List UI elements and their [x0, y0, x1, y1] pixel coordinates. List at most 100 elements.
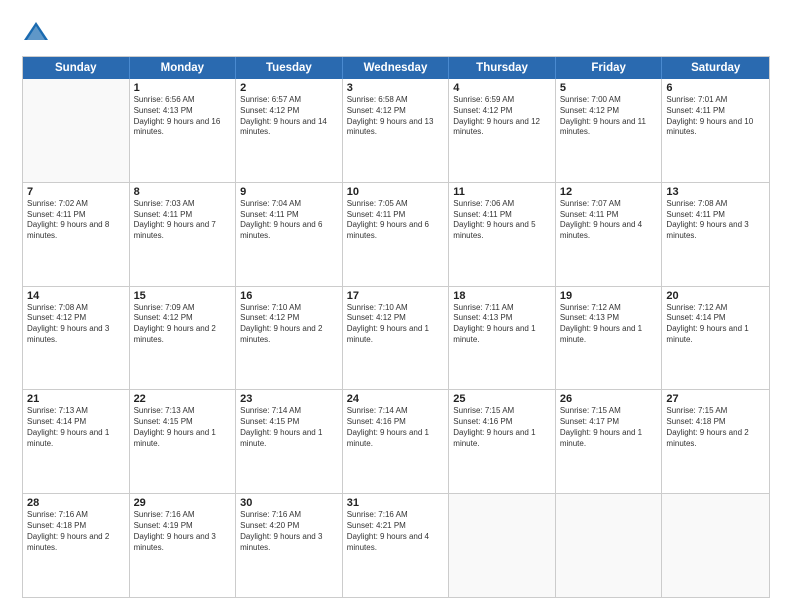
- day-number: 18: [453, 290, 551, 302]
- calendar-header: SundayMondayTuesdayWednesdayThursdayFrid…: [23, 57, 769, 79]
- calendar-row-4: 28Sunrise: 7:16 AMSunset: 4:18 PMDayligh…: [23, 493, 769, 597]
- cell-info: Sunrise: 7:10 AMSunset: 4:12 PMDaylight:…: [347, 303, 445, 346]
- cal-cell-1-5: 12Sunrise: 7:07 AMSunset: 4:11 PMDayligh…: [556, 183, 663, 286]
- logo: [22, 18, 54, 46]
- calendar-row-1: 7Sunrise: 7:02 AMSunset: 4:11 PMDaylight…: [23, 182, 769, 286]
- cal-cell-1-1: 8Sunrise: 7:03 AMSunset: 4:11 PMDaylight…: [130, 183, 237, 286]
- cal-cell-4-1: 29Sunrise: 7:16 AMSunset: 4:19 PMDayligh…: [130, 494, 237, 597]
- cal-cell-0-1: 1Sunrise: 6:56 AMSunset: 4:13 PMDaylight…: [130, 79, 237, 182]
- cell-info: Sunrise: 7:16 AMSunset: 4:19 PMDaylight:…: [134, 510, 232, 553]
- day-number: 1: [134, 82, 232, 94]
- day-number: 4: [453, 82, 551, 94]
- weekday-header-friday: Friday: [556, 57, 663, 79]
- cal-cell-3-3: 24Sunrise: 7:14 AMSunset: 4:16 PMDayligh…: [343, 390, 450, 493]
- cell-info: Sunrise: 7:11 AMSunset: 4:13 PMDaylight:…: [453, 303, 551, 346]
- header: [22, 18, 770, 46]
- cell-info: Sunrise: 7:14 AMSunset: 4:16 PMDaylight:…: [347, 406, 445, 449]
- day-number: 2: [240, 82, 338, 94]
- cell-info: Sunrise: 7:13 AMSunset: 4:14 PMDaylight:…: [27, 406, 125, 449]
- cell-info: Sunrise: 7:15 AMSunset: 4:17 PMDaylight:…: [560, 406, 658, 449]
- day-number: 5: [560, 82, 658, 94]
- cell-info: Sunrise: 7:05 AMSunset: 4:11 PMDaylight:…: [347, 199, 445, 242]
- cell-info: Sunrise: 7:08 AMSunset: 4:11 PMDaylight:…: [666, 199, 765, 242]
- cal-cell-4-6: [662, 494, 769, 597]
- day-number: 24: [347, 393, 445, 405]
- day-number: 21: [27, 393, 125, 405]
- day-number: 11: [453, 186, 551, 198]
- cal-cell-4-4: [449, 494, 556, 597]
- weekday-header-wednesday: Wednesday: [343, 57, 450, 79]
- day-number: 13: [666, 186, 765, 198]
- day-number: 25: [453, 393, 551, 405]
- cal-cell-2-5: 19Sunrise: 7:12 AMSunset: 4:13 PMDayligh…: [556, 287, 663, 390]
- cal-cell-2-0: 14Sunrise: 7:08 AMSunset: 4:12 PMDayligh…: [23, 287, 130, 390]
- cal-cell-2-3: 17Sunrise: 7:10 AMSunset: 4:12 PMDayligh…: [343, 287, 450, 390]
- cal-cell-0-4: 4Sunrise: 6:59 AMSunset: 4:12 PMDaylight…: [449, 79, 556, 182]
- cell-info: Sunrise: 7:15 AMSunset: 4:16 PMDaylight:…: [453, 406, 551, 449]
- day-number: 7: [27, 186, 125, 198]
- day-number: 6: [666, 82, 765, 94]
- cell-info: Sunrise: 6:59 AMSunset: 4:12 PMDaylight:…: [453, 95, 551, 138]
- day-number: 30: [240, 497, 338, 509]
- cal-cell-1-3: 10Sunrise: 7:05 AMSunset: 4:11 PMDayligh…: [343, 183, 450, 286]
- day-number: 23: [240, 393, 338, 405]
- cal-cell-4-5: [556, 494, 663, 597]
- cell-info: Sunrise: 7:07 AMSunset: 4:11 PMDaylight:…: [560, 199, 658, 242]
- cell-info: Sunrise: 7:02 AMSunset: 4:11 PMDaylight:…: [27, 199, 125, 242]
- day-number: 3: [347, 82, 445, 94]
- cal-cell-2-1: 15Sunrise: 7:09 AMSunset: 4:12 PMDayligh…: [130, 287, 237, 390]
- day-number: 9: [240, 186, 338, 198]
- day-number: 17: [347, 290, 445, 302]
- calendar-body: 1Sunrise: 6:56 AMSunset: 4:13 PMDaylight…: [23, 79, 769, 597]
- weekday-header-tuesday: Tuesday: [236, 57, 343, 79]
- day-number: 31: [347, 497, 445, 509]
- cell-info: Sunrise: 7:03 AMSunset: 4:11 PMDaylight:…: [134, 199, 232, 242]
- page: SundayMondayTuesdayWednesdayThursdayFrid…: [0, 0, 792, 612]
- weekday-header-saturday: Saturday: [662, 57, 769, 79]
- cal-cell-0-5: 5Sunrise: 7:00 AMSunset: 4:12 PMDaylight…: [556, 79, 663, 182]
- cell-info: Sunrise: 7:16 AMSunset: 4:18 PMDaylight:…: [27, 510, 125, 553]
- cal-cell-4-2: 30Sunrise: 7:16 AMSunset: 4:20 PMDayligh…: [236, 494, 343, 597]
- cal-cell-1-2: 9Sunrise: 7:04 AMSunset: 4:11 PMDaylight…: [236, 183, 343, 286]
- day-number: 22: [134, 393, 232, 405]
- calendar-row-0: 1Sunrise: 6:56 AMSunset: 4:13 PMDaylight…: [23, 79, 769, 182]
- cell-info: Sunrise: 7:16 AMSunset: 4:21 PMDaylight:…: [347, 510, 445, 553]
- day-number: 16: [240, 290, 338, 302]
- cal-cell-3-1: 22Sunrise: 7:13 AMSunset: 4:15 PMDayligh…: [130, 390, 237, 493]
- day-number: 26: [560, 393, 658, 405]
- cal-cell-0-0: [23, 79, 130, 182]
- cell-info: Sunrise: 6:58 AMSunset: 4:12 PMDaylight:…: [347, 95, 445, 138]
- cal-cell-3-6: 27Sunrise: 7:15 AMSunset: 4:18 PMDayligh…: [662, 390, 769, 493]
- day-number: 8: [134, 186, 232, 198]
- cal-cell-4-0: 28Sunrise: 7:16 AMSunset: 4:18 PMDayligh…: [23, 494, 130, 597]
- logo-icon: [22, 18, 50, 46]
- day-number: 19: [560, 290, 658, 302]
- cell-info: Sunrise: 7:12 AMSunset: 4:14 PMDaylight:…: [666, 303, 765, 346]
- weekday-header-monday: Monday: [130, 57, 237, 79]
- day-number: 12: [560, 186, 658, 198]
- day-number: 28: [27, 497, 125, 509]
- cal-cell-1-0: 7Sunrise: 7:02 AMSunset: 4:11 PMDaylight…: [23, 183, 130, 286]
- day-number: 15: [134, 290, 232, 302]
- cal-cell-0-3: 3Sunrise: 6:58 AMSunset: 4:12 PMDaylight…: [343, 79, 450, 182]
- cell-info: Sunrise: 6:57 AMSunset: 4:12 PMDaylight:…: [240, 95, 338, 138]
- cell-info: Sunrise: 7:06 AMSunset: 4:11 PMDaylight:…: [453, 199, 551, 242]
- cal-cell-3-2: 23Sunrise: 7:14 AMSunset: 4:15 PMDayligh…: [236, 390, 343, 493]
- cal-cell-2-6: 20Sunrise: 7:12 AMSunset: 4:14 PMDayligh…: [662, 287, 769, 390]
- cell-info: Sunrise: 7:04 AMSunset: 4:11 PMDaylight:…: [240, 199, 338, 242]
- cell-info: Sunrise: 7:01 AMSunset: 4:11 PMDaylight:…: [666, 95, 765, 138]
- cell-info: Sunrise: 7:12 AMSunset: 4:13 PMDaylight:…: [560, 303, 658, 346]
- day-number: 29: [134, 497, 232, 509]
- cell-info: Sunrise: 7:09 AMSunset: 4:12 PMDaylight:…: [134, 303, 232, 346]
- calendar-row-2: 14Sunrise: 7:08 AMSunset: 4:12 PMDayligh…: [23, 286, 769, 390]
- cal-cell-2-4: 18Sunrise: 7:11 AMSunset: 4:13 PMDayligh…: [449, 287, 556, 390]
- cell-info: Sunrise: 7:00 AMSunset: 4:12 PMDaylight:…: [560, 95, 658, 138]
- day-number: 20: [666, 290, 765, 302]
- cell-info: Sunrise: 6:56 AMSunset: 4:13 PMDaylight:…: [134, 95, 232, 138]
- cal-cell-2-2: 16Sunrise: 7:10 AMSunset: 4:12 PMDayligh…: [236, 287, 343, 390]
- cal-cell-4-3: 31Sunrise: 7:16 AMSunset: 4:21 PMDayligh…: [343, 494, 450, 597]
- cal-cell-0-2: 2Sunrise: 6:57 AMSunset: 4:12 PMDaylight…: [236, 79, 343, 182]
- cal-cell-0-6: 6Sunrise: 7:01 AMSunset: 4:11 PMDaylight…: [662, 79, 769, 182]
- day-number: 10: [347, 186, 445, 198]
- cell-info: Sunrise: 7:15 AMSunset: 4:18 PMDaylight:…: [666, 406, 765, 449]
